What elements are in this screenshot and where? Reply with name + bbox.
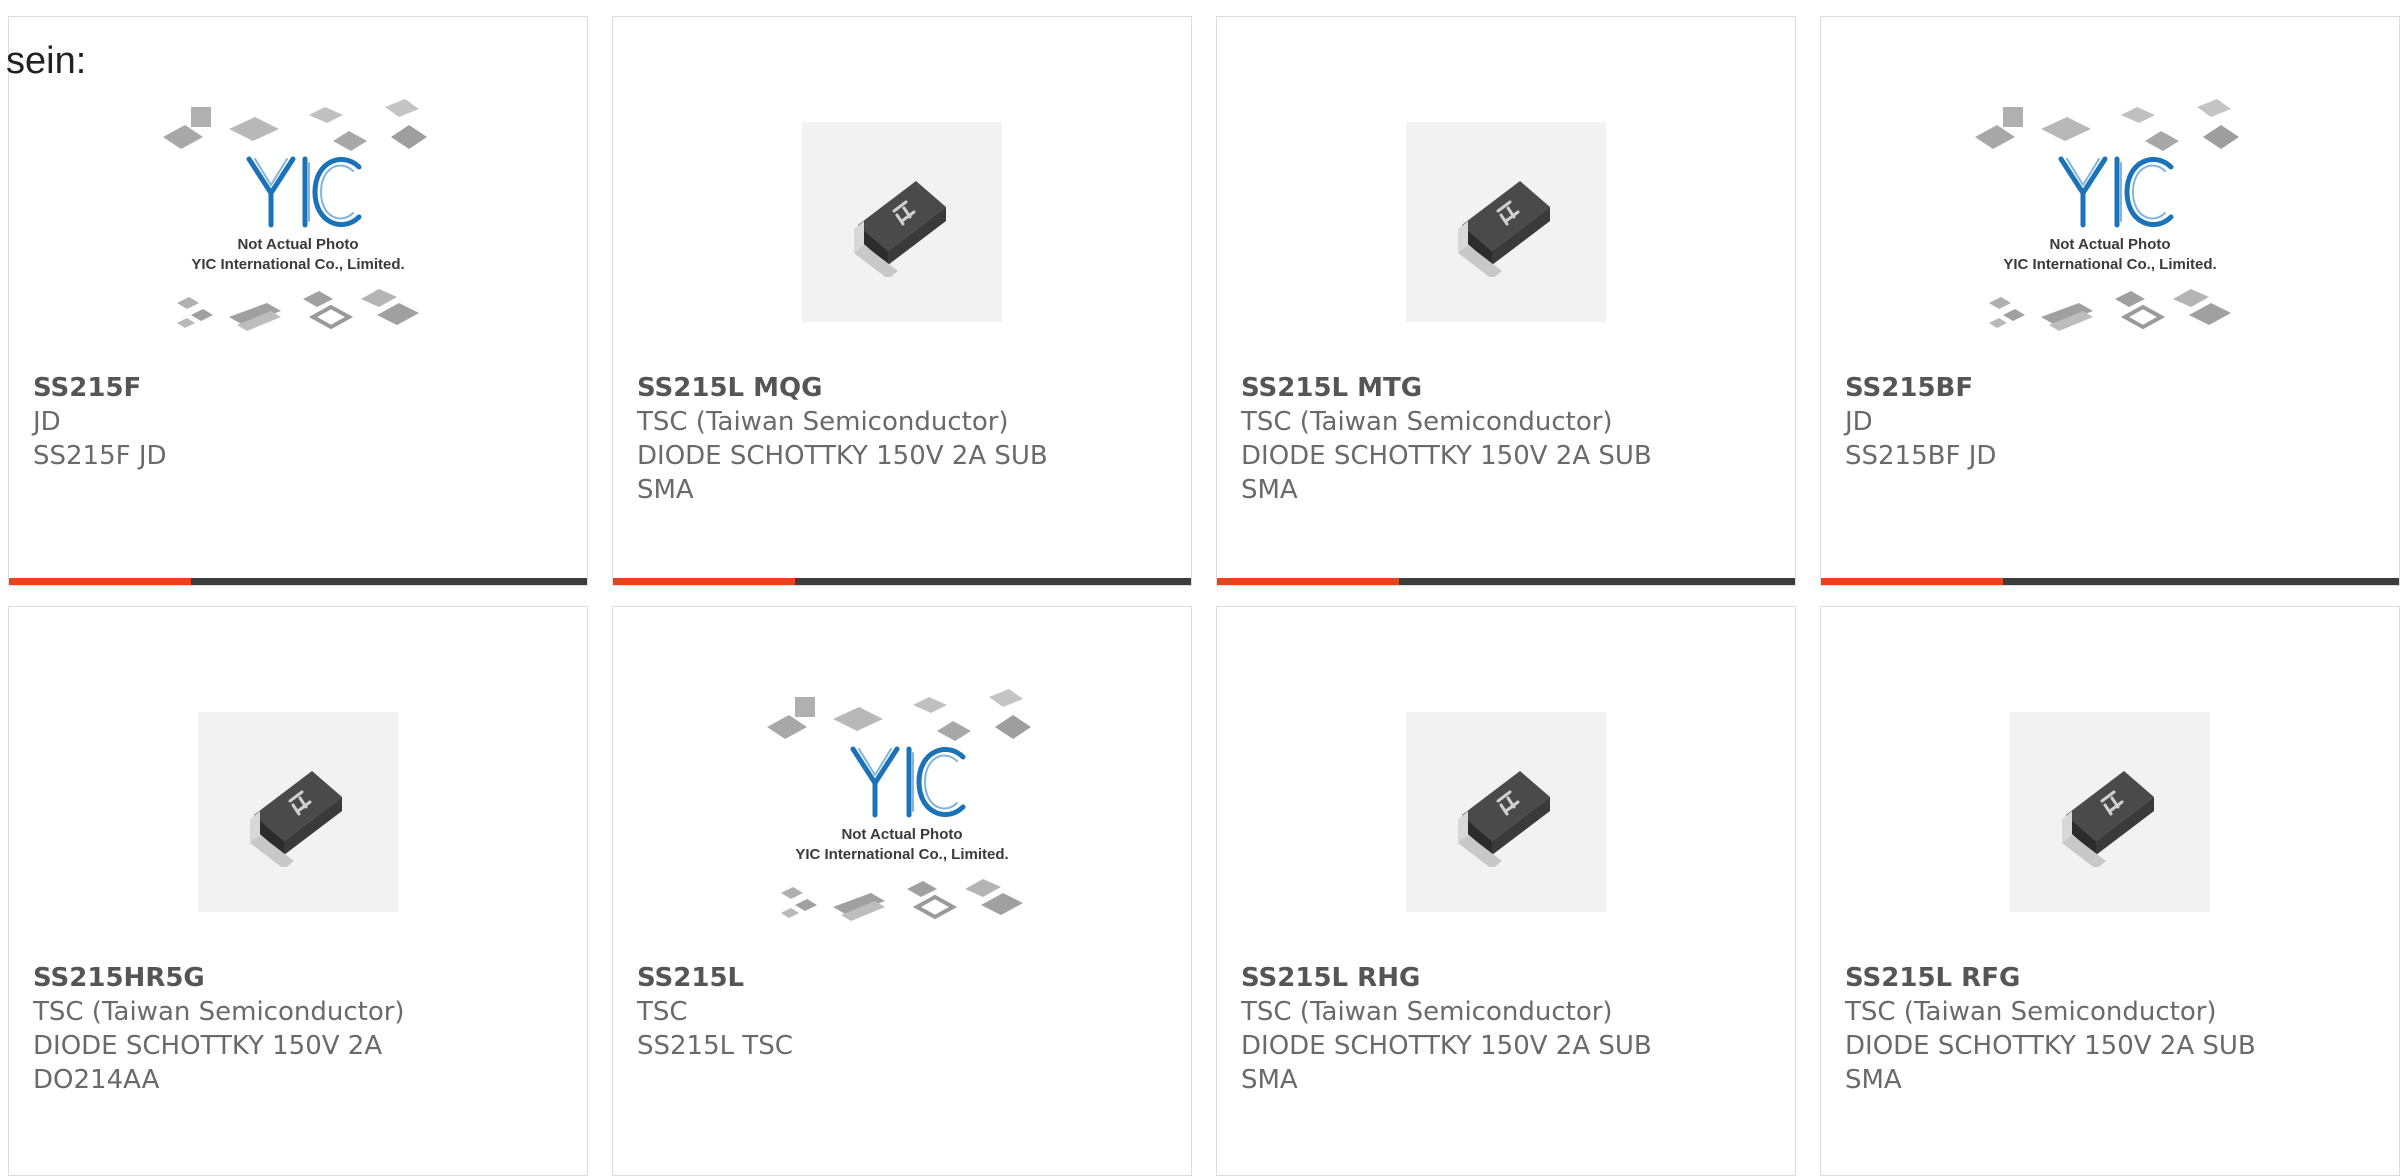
product-card[interactable]: SS215L RHG TSC (Taiwan Semiconductor) DIOD… <box>1216 606 1796 1176</box>
product-image[interactable]: Not Actual Photo YIC International Co., … <box>1821 77 2399 367</box>
part-number-link[interactable]: SS215L MQG <box>637 371 1171 405</box>
description-line: SS215BF JD <box>1845 441 1997 471</box>
description-line: DIODE SCHOTTKY 150V 2A SUB <box>637 441 1048 471</box>
product-image[interactable] <box>613 77 1191 367</box>
product-photo <box>1406 712 1606 912</box>
yic-placeholder-image: Not Actual Photo YIC International Co., … <box>767 689 1031 921</box>
smd-diode-icon <box>1458 771 1550 867</box>
description-line: SMA <box>1241 1065 1298 1095</box>
product-info: SS215HR5G TSC (Taiwan Semiconductor) DIODE… <box>33 961 567 1097</box>
smd-diode-icon <box>250 771 342 867</box>
part-number-link[interactable]: SS215L MTG <box>1241 371 1775 405</box>
part-number-link[interactable]: SS215F <box>33 371 567 405</box>
card-bottom-bar <box>1821 578 2399 585</box>
description-line: DIODE SCHOTTKY 150V 2A SUB <box>1241 1031 1652 1061</box>
product-info: SS215L TSC SS215L TSC <box>637 961 1171 1063</box>
product-info: SS215BF JD SS215BF JD <box>1845 371 2379 473</box>
svg-text:Not Actual Photo: Not Actual Photo <box>2049 236 2170 253</box>
product-card[interactable]: SS215HR5G TSC (Taiwan Semiconductor) DIODE… <box>8 606 588 1176</box>
product-photo <box>2010 712 2210 912</box>
product-image[interactable] <box>1217 77 1795 367</box>
product-card[interactable]: SS215L RFG TSC (Taiwan Semiconductor) DIOD… <box>1820 606 2400 1176</box>
product-info: SS215L RHG TSC (Taiwan Semiconductor) DIOD… <box>1241 961 1775 1097</box>
product-info: SS215F JD SS215F JD <box>33 371 567 473</box>
product-card[interactable]: SS215L MQG TSC (Taiwan Semiconductor) DIOD… <box>612 16 1192 586</box>
description-line: SMA <box>1845 1065 1902 1095</box>
manufacturer: TSC (Taiwan Semiconductor) <box>1241 997 1613 1027</box>
smd-diode-icon <box>1458 181 1550 277</box>
product-image[interactable]: Not Actual Photo YIC International Co., … <box>613 667 1191 957</box>
card-accent-bar <box>613 578 795 585</box>
part-number-link[interactable]: SS215L RHG <box>1241 961 1775 995</box>
part-number-link[interactable]: SS215BF <box>1845 371 2379 405</box>
smd-diode-icon <box>2062 771 2154 867</box>
product-photo <box>802 122 1002 322</box>
description-line: DIODE SCHOTTKY 150V 2A SUB <box>1845 1031 2256 1061</box>
card-bottom-bar <box>1217 578 1795 585</box>
description-line: DIODE SCHOTTKY 150V 2A SUB <box>1241 441 1652 471</box>
part-number-link[interactable]: SS215L <box>637 961 1171 995</box>
description-line: DIODE SCHOTTKY 150V 2A <box>33 1031 383 1061</box>
product-card[interactable]: SS215L MTG TSC (Taiwan Semiconductor) DIOD… <box>1216 16 1796 586</box>
manufacturer: JD <box>1845 407 1873 437</box>
manufacturer: TSC (Taiwan Semiconductor) <box>637 407 1009 437</box>
yic-placeholder-image: Not Actual Photo YIC International Co., … <box>1975 99 2239 331</box>
card-accent-bar <box>1821 578 2003 585</box>
product-card[interactable]: Not Actual Photo YIC International Co., … <box>612 606 1192 1176</box>
svg-text:YIC International Co., Limited: YIC International Co., Limited. <box>2003 256 2216 273</box>
part-number-link[interactable]: SS215L RFG <box>1845 961 2379 995</box>
yic-placeholder-image: Not Actual Photo YIC International Co., … <box>163 99 427 331</box>
manufacturer: TSC <box>637 997 688 1027</box>
manufacturer: TSC (Taiwan Semiconductor) <box>1845 997 2217 1027</box>
product-image[interactable] <box>1821 667 2399 957</box>
product-image[interactable] <box>1217 667 1795 957</box>
product-card[interactable]: Not Actual Photo YIC International Co., … <box>8 16 588 586</box>
lead-text: sein: <box>6 40 87 82</box>
card-accent-bar <box>1217 578 1399 585</box>
manufacturer: TSC (Taiwan Semiconductor) <box>33 997 405 1027</box>
part-number-link[interactable]: SS215HR5G <box>33 961 567 995</box>
product-info: SS215L MQG TSC (Taiwan Semiconductor) DIOD… <box>637 371 1171 507</box>
description-line: SMA <box>637 475 694 505</box>
product-info: SS215L MTG TSC (Taiwan Semiconductor) DIOD… <box>1241 371 1775 507</box>
product-info: SS215L RFG TSC (Taiwan Semiconductor) DIOD… <box>1845 961 2379 1097</box>
manufacturer: TSC (Taiwan Semiconductor) <box>1241 407 1613 437</box>
product-image[interactable] <box>9 667 587 957</box>
product-photo <box>198 712 398 912</box>
smd-diode-icon <box>854 181 946 277</box>
description-line: SS215L TSC <box>637 1031 793 1061</box>
description-line: SMA <box>1241 475 1298 505</box>
card-accent-bar <box>9 578 191 585</box>
description-line: DO214AA <box>33 1065 160 1095</box>
card-bottom-bar <box>9 578 587 585</box>
product-card[interactable]: Not Actual Photo YIC International Co., … <box>1820 16 2400 586</box>
product-photo <box>1406 122 1606 322</box>
svg-text:YIC International Co., Limited: YIC International Co., Limited. <box>795 846 1008 863</box>
card-bottom-bar <box>613 578 1191 585</box>
svg-text:Not Actual Photo: Not Actual Photo <box>237 236 358 253</box>
svg-text:Not Actual Photo: Not Actual Photo <box>841 826 962 843</box>
manufacturer: JD <box>33 407 61 437</box>
svg-text:YIC International Co., Limited: YIC International Co., Limited. <box>191 256 404 273</box>
product-image[interactable]: Not Actual Photo YIC International Co., … <box>9 77 587 367</box>
description-line: SS215F JD <box>33 441 167 471</box>
